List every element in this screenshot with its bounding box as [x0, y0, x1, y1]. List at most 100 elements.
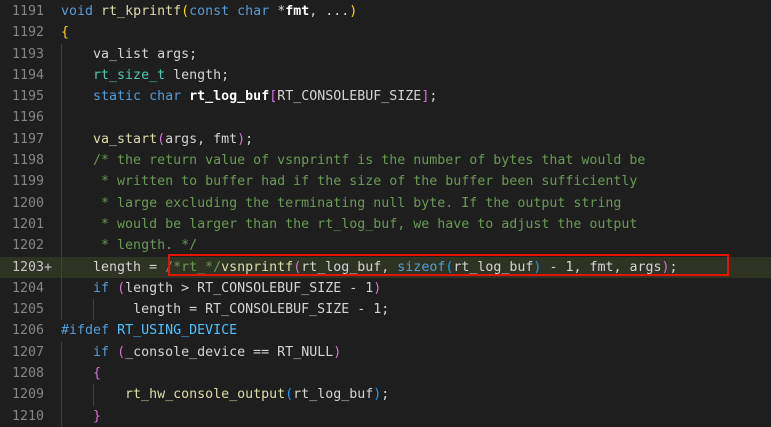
code-token: )	[373, 280, 382, 296]
code-token: length =	[93, 259, 166, 275]
code-token: char	[237, 4, 270, 19]
line-number: 1195	[11, 89, 44, 105]
code-token: )	[661, 259, 670, 275]
code-token: if	[93, 344, 110, 360]
code-token: rt_kprintf	[101, 4, 182, 19]
code-text: static char rt_log_buf[RT_CONSOLEBUF_SIZ…	[61, 86, 437, 107]
code-line[interactable]: 1209 rt_hw_console_output(rt_log_buf);	[0, 384, 771, 406]
code-text: * written to buffer had if the size of t…	[61, 171, 637, 192]
code-line[interactable]: 1203 + length = /*rt_*/vsnprintf(rt_log_b…	[0, 256, 771, 278]
code-text: * large excluding the terminating null b…	[61, 193, 621, 214]
code-line[interactable]: 1201 * would be larger than the rt_log_b…	[0, 213, 771, 236]
code-text: {	[61, 22, 69, 43]
code-line[interactable]: 1205 length = RT_CONSOLEBUF_SIZE - 1;	[0, 299, 771, 321]
code-text: length = RT_CONSOLEBUF_SIZE - 1;	[61, 299, 389, 320]
line-number: 1191	[11, 4, 44, 19]
code-line[interactable]: 1206 #ifdef RT_USING_DEVICE	[0, 320, 771, 341]
code-text: va_start(args, fmt);	[61, 129, 253, 150]
code-line[interactable]: 1199 * written to buffer had if the size…	[0, 171, 771, 193]
line-number: 1202	[11, 238, 44, 254]
code-text: {	[61, 363, 101, 384]
code-line[interactable]: 1192 {	[0, 22, 771, 43]
line-number: 1201	[11, 216, 44, 232]
code-token: (	[285, 387, 294, 403]
code-line[interactable]: 1204 if (length > RT_CONSOLEBUF_SIZE - 1…	[0, 277, 771, 300]
code-line[interactable]: 1195 static char rt_log_buf[RT_CONSOLEBU…	[0, 86, 771, 108]
code-line[interactable]: 1210 }	[0, 405, 771, 427]
code-text: if (_console_device == RT_NULL)	[61, 342, 341, 363]
code-token: * length. */	[93, 238, 198, 254]
code-text: length = /*rt_*/vsnprintf(rt_log_buf, si…	[61, 257, 678, 278]
code-line[interactable]: 1194 rt_size_t length;	[0, 64, 771, 87]
code-line[interactable]: 1207 if (_console_device == RT_NULL)	[0, 341, 771, 364]
line-number: 1205	[11, 302, 44, 318]
code-token: RT_CONSOLEBUF_SIZE	[277, 89, 422, 105]
code-token: static	[93, 89, 142, 105]
code-token: /* the return value of vsnprintf is the …	[93, 153, 646, 169]
code-token: rt_log_buf,	[301, 259, 398, 275]
code-token: ;	[669, 259, 678, 275]
code-token: rt_hw_console_output	[125, 387, 286, 403]
code-token: rt_log_buf	[293, 387, 374, 403]
line-number: 1197	[11, 131, 44, 147]
line-number: 1199	[11, 174, 44, 190]
code-token: (	[181, 4, 190, 19]
line-number: 1207	[11, 344, 44, 360]
code-text: * would be larger than the rt_log_buf, w…	[61, 214, 637, 235]
line-number: 1196	[11, 110, 44, 126]
code-editor[interactable]: 1191 void rt_kprintf(const char *fmt, ...…	[0, 0, 771, 427]
line-number: 1203	[11, 259, 44, 275]
code-token: RT_USING_DEVICE	[117, 323, 238, 339]
code-token: {	[61, 25, 70, 41]
code-line[interactable]: 1202 * length. */	[0, 235, 771, 257]
code-line[interactable]: 1198 /* the return value of vsnprintf is…	[0, 150, 771, 172]
line-number: 1192	[11, 25, 44, 41]
code-line[interactable]: 1196	[0, 107, 771, 129]
code-text: #ifdef RT_USING_DEVICE	[61, 320, 237, 341]
line-number: 1210	[11, 408, 44, 424]
line-change-marker: +	[44, 259, 53, 275]
code-text: va_list args;	[61, 44, 197, 65]
code-line[interactable]: 1197 va_start(args, fmt);	[0, 128, 771, 151]
code-line[interactable]: 1208 {	[0, 363, 771, 385]
code-token: , ...	[309, 4, 350, 19]
code-token: rt_size_t	[93, 67, 166, 83]
code-token: length;	[165, 67, 230, 83]
code-token: _console_device == RT_NULL	[125, 344, 334, 360]
code-line[interactable]: 1191 void rt_kprintf(const char *fmt, ...…	[0, 1, 771, 22]
code-text: if (length > RT_CONSOLEBUF_SIZE - 1)	[61, 278, 381, 299]
code-token: #ifdef	[61, 323, 110, 339]
code-token: args, fmt	[165, 131, 238, 147]
code-token: rt_log_buf	[189, 89, 270, 105]
code-text: rt_size_t length;	[61, 65, 229, 86]
line-number: 1193	[11, 46, 44, 62]
code-token: ;	[429, 89, 438, 105]
line-number: 1208	[11, 366, 44, 382]
code-text: rt_hw_console_output(rt_log_buf);	[61, 384, 389, 405]
code-token: const	[189, 4, 230, 19]
code-line[interactable]: 1200 * large excluding the terminating n…	[0, 192, 771, 214]
code-token: (	[117, 344, 126, 360]
code-line[interactable]: 1193 va_list args;	[0, 43, 771, 65]
code-token: * written to buffer had if the size of t…	[93, 174, 638, 190]
code-token: sizeof	[397, 259, 446, 275]
code-token: rt_log_buf	[453, 259, 534, 275]
code-text: }	[61, 406, 101, 427]
code-token: )	[349, 4, 358, 19]
code-token: ;	[245, 131, 254, 147]
code-token: length = RT_CONSOLEBUF_SIZE - 1;	[133, 302, 390, 318]
code-token: )	[237, 131, 246, 147]
code-token: {	[93, 366, 102, 382]
code-token: (	[157, 131, 166, 147]
